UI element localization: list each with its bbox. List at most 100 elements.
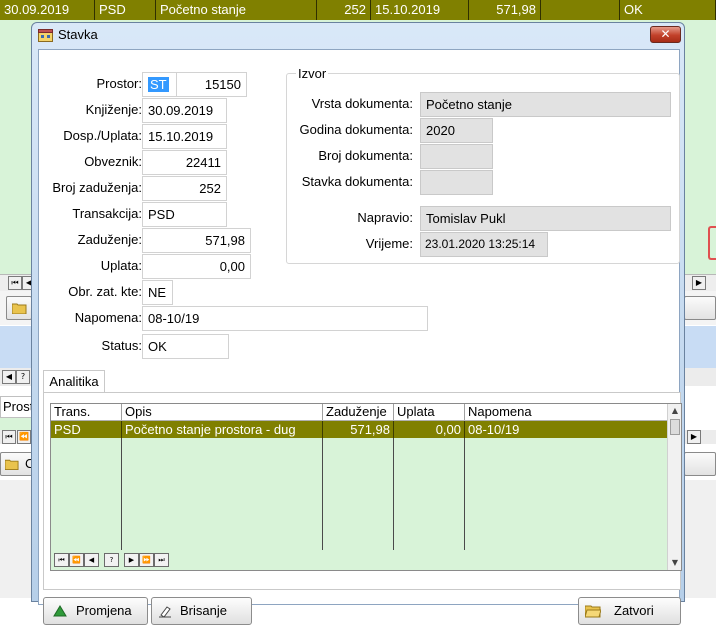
bg-fastprev-icon[interactable]: ⏪	[17, 430, 31, 444]
dosp-uplata-label: Dosp./Uplata:	[63, 128, 142, 143]
scroll-thumb[interactable]	[670, 419, 680, 435]
folder-open-icon	[585, 605, 601, 618]
table-row[interactable]: PSD Početno stanje prostora - dug 571,98…	[51, 421, 667, 438]
promjena-label: Promjena	[76, 603, 132, 618]
bg-nav-fragment: ⏮ ⏪	[0, 430, 34, 444]
analitika-tab-panel: Trans. Opis Zaduženje Uplata Napomena PS…	[43, 392, 682, 590]
nav-next-icon[interactable]: ▶	[124, 553, 139, 567]
bg-cell-empty	[541, 0, 620, 20]
bg-next-icon-2[interactable]: ▶	[687, 430, 701, 444]
close-icon: ✕	[660, 27, 671, 41]
bg-first-icon[interactable]: ⏮	[8, 276, 22, 290]
nav-fast-forward-icon[interactable]: ⏩	[139, 553, 154, 567]
godina-dokumenta-label: Godina dokumenta:	[299, 122, 413, 137]
bg-first-icon-2[interactable]: ⏮	[2, 430, 16, 444]
uplata-label: Uplata:	[100, 258, 142, 273]
column-header-zaduzenje[interactable]: Zaduženje	[323, 404, 394, 420]
dosp-uplata-field[interactable]: 15.10.2019	[142, 124, 227, 149]
column-header-uplata[interactable]: Uplata	[394, 404, 465, 420]
tab-analitika[interactable]: Analitika	[43, 370, 105, 393]
cell-zaduzenje: 571,98	[323, 421, 394, 438]
vrijeme-field[interactable]: 23.01.2020 13:25:14	[420, 232, 548, 257]
obr-zat-kte-field[interactable]: NE	[142, 280, 173, 305]
column-divider	[121, 438, 122, 550]
nav-last-icon[interactable]: ⏭	[154, 553, 169, 567]
obr-zat-kte-label: Obr. zat. kte:	[68, 284, 142, 299]
background-callout-marker	[708, 226, 716, 260]
bg-right-button-2[interactable]	[684, 452, 716, 476]
cell-napomena: 08-10/19	[468, 422, 520, 437]
obveznik-label: Obveznik:	[84, 154, 142, 169]
napomena-field[interactable]: 08-10/19	[142, 306, 428, 331]
bg-cell-date: 30.09.2019	[0, 0, 95, 20]
uplata-field[interactable]: 0,00	[142, 254, 251, 279]
vrsta-dokumenta-field[interactable]: Početno stanje	[420, 92, 671, 117]
zaduzenje-field[interactable]: 571,98	[142, 228, 251, 253]
column-divider	[393, 438, 394, 550]
broj-dokumenta-field[interactable]	[420, 144, 493, 169]
scroll-down-icon[interactable]: ▼	[668, 556, 681, 570]
column-divider	[322, 438, 323, 550]
eraser-icon	[159, 606, 171, 618]
prostor-label: Prostor:	[96, 76, 142, 91]
knjizenje-field[interactable]: 30.09.2019	[142, 98, 227, 123]
close-button[interactable]: ✕	[650, 26, 681, 43]
brisanje-label: Brisanje	[180, 603, 227, 618]
zatvori-button[interactable]: Zatvori	[578, 597, 681, 625]
column-header-trans[interactable]: Trans.	[51, 404, 122, 420]
vrijeme-label: Vrijeme:	[365, 236, 413, 251]
prostor-code-value: ST	[148, 77, 169, 92]
column-header-opis[interactable]: Opis	[122, 404, 323, 420]
obveznik-field[interactable]: 22411	[142, 150, 227, 175]
bg-cell-status: OK	[620, 0, 716, 20]
transakcija-field[interactable]: PSD	[142, 202, 227, 227]
scroll-up-icon[interactable]: ▲	[668, 404, 681, 418]
zatvori-label: Zatvori	[614, 603, 654, 618]
bg-folder-button-2[interactable]: C	[0, 452, 34, 476]
column-header-napomena[interactable]: Napomena	[465, 404, 667, 420]
bg-green-fragment	[0, 418, 34, 430]
godina-dokumenta-field[interactable]: 2020	[420, 118, 493, 143]
stavka-dokumenta-field[interactable]	[420, 170, 493, 195]
analitika-grid[interactable]: Trans. Opis Zaduženje Uplata Napomena PS…	[50, 403, 682, 571]
nav-first-icon[interactable]: ⏮	[54, 553, 69, 567]
grid-vertical-scrollbar[interactable]: ▲ ▼	[667, 404, 681, 570]
status-field[interactable]: OK	[142, 334, 229, 359]
folder-icon	[12, 303, 27, 314]
nav-help-icon[interactable]: ?	[104, 553, 119, 567]
bg-help-icon[interactable]: ?	[16, 370, 30, 384]
napravio-field[interactable]: Tomislav Pukl	[420, 206, 671, 231]
window-icon	[38, 29, 53, 42]
nav-prev-icon[interactable]: ◀	[84, 553, 99, 567]
prostor-code-field[interactable]: ST	[142, 72, 177, 97]
cell-trans: PSD	[51, 421, 122, 438]
bg-nav-fragment-right: ▶	[685, 430, 716, 444]
stavka-dokumenta-label: Stavka dokumenta:	[301, 174, 413, 189]
vrsta-dokumenta-label: Vrsta dokumenta:	[311, 96, 413, 111]
broj-zaduzenja-field[interactable]: 252	[142, 176, 227, 201]
napomena-label: Napomena:	[74, 310, 142, 325]
napravio-label: Napravio:	[357, 210, 413, 225]
triangle-up-icon	[53, 605, 67, 617]
prostor-number-field[interactable]: 15150	[176, 72, 247, 97]
zaduzenje-label: Zaduženje:	[77, 232, 142, 247]
bg-cell-broj: 252	[317, 0, 371, 20]
background-tab-fragment[interactable]: Prosto	[0, 396, 34, 418]
bg-right-button[interactable]	[684, 296, 716, 320]
background-selected-row[interactable]: 30.09.2019 PSD Početno stanje 252 15.10.…	[0, 0, 716, 20]
stavka-dialog: Stavka ✕ Prostor: ST 15150 Knjiženje: 30…	[31, 22, 685, 625]
column-divider	[464, 438, 465, 550]
bg-cell-dosp: 15.10.2019	[371, 0, 469, 20]
folder-icon-2	[5, 459, 19, 470]
brisanje-button[interactable]: Brisanje	[151, 597, 252, 625]
transakcija-label: Transakcija:	[72, 206, 142, 221]
bg-cell-iznos: 571,98	[469, 0, 541, 20]
promjena-button[interactable]: Promjena	[43, 597, 148, 625]
bg-prev-icon-2[interactable]: ◀	[2, 370, 16, 384]
nav-fast-back-icon[interactable]: ⏪	[69, 553, 84, 567]
bg-cell-trans: PSD	[95, 0, 156, 20]
izvor-legend: Izvor	[296, 66, 329, 81]
bg-folder-button[interactable]	[6, 296, 32, 320]
bg-next-icon[interactable]: ▶	[692, 276, 706, 290]
grid-header: Trans. Opis Zaduženje Uplata Napomena	[51, 404, 667, 421]
